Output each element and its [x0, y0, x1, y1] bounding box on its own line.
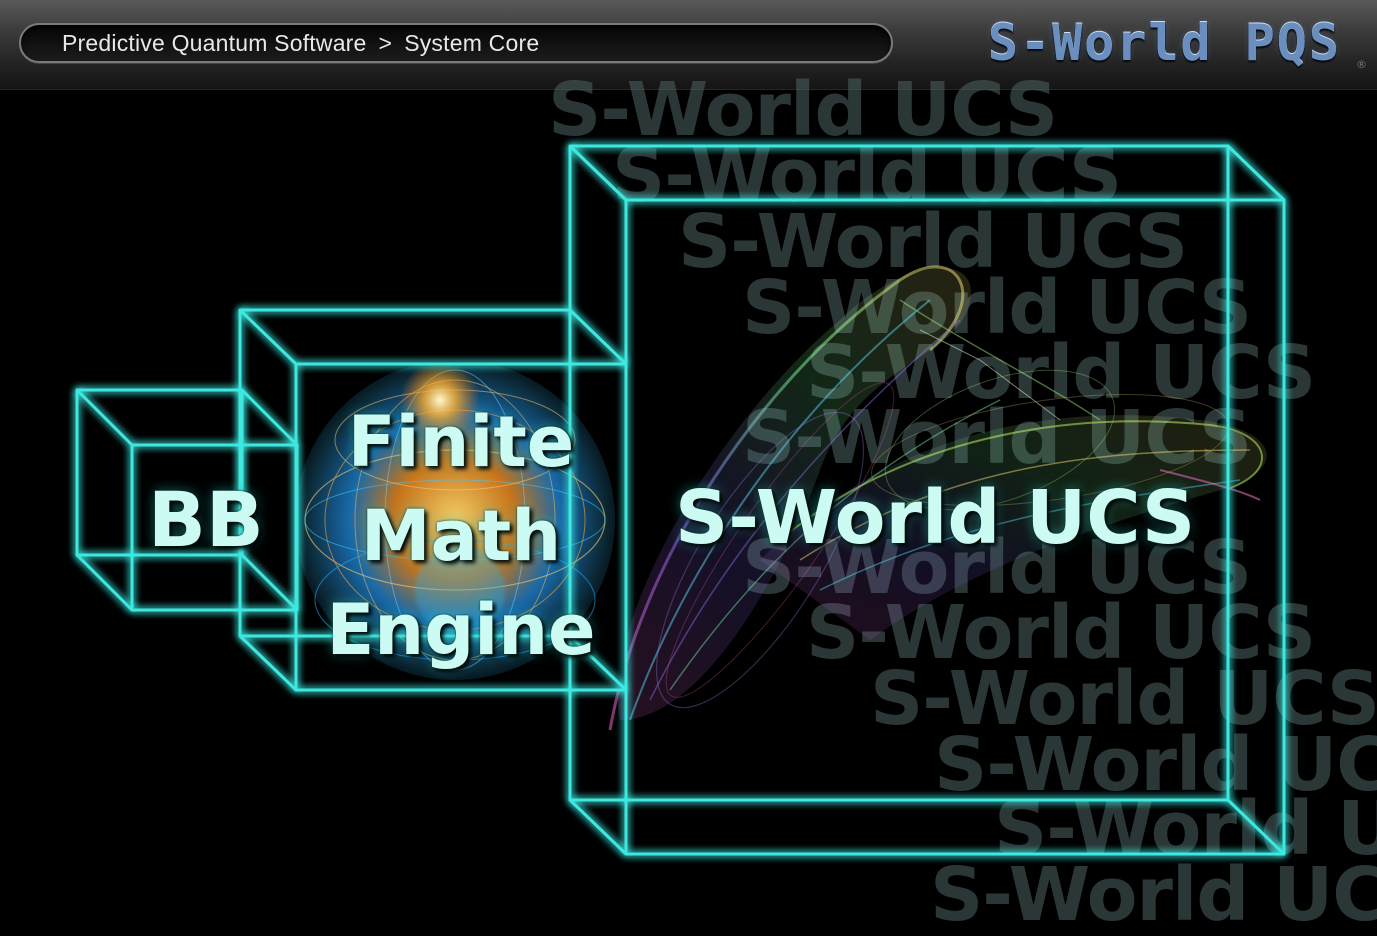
fme-line-2: Math: [360, 495, 562, 577]
s-world-ucs-label: S-World UCS: [675, 475, 1196, 561]
finite-math-engine-label: Finite Math Engine: [296, 395, 626, 677]
bb-label: BB: [148, 475, 264, 564]
diagram-graphics: [75, 144, 1286, 856]
fme-line-3: Engine: [326, 589, 596, 671]
fme-line-1: Finite: [347, 401, 575, 483]
slide-canvas: Predictive Quantum Software > System Cor…: [0, 0, 1377, 936]
